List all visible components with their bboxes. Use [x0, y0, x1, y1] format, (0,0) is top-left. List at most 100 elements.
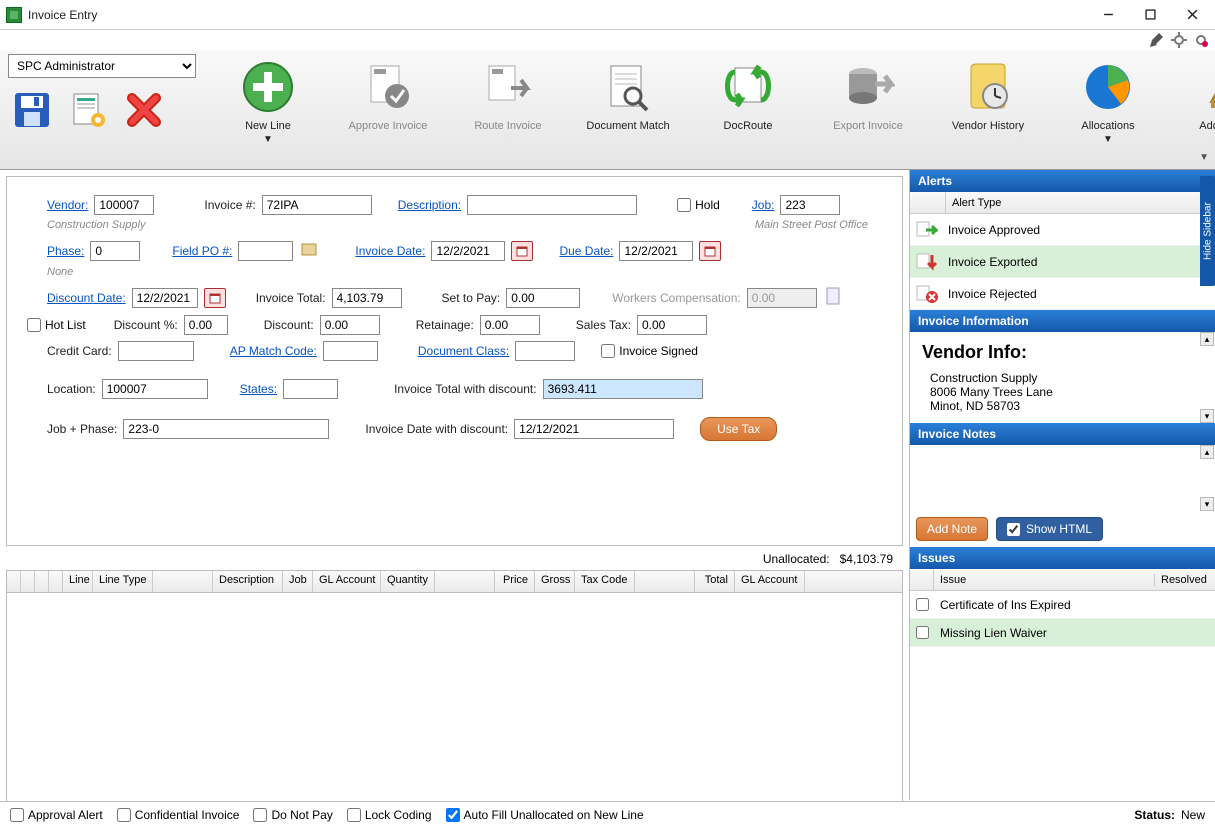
- calendar-icon[interactable]: [699, 241, 721, 261]
- confidential-checkbox[interactable]: Confidential Invoice: [117, 808, 240, 822]
- ap-match-field[interactable]: [323, 341, 378, 361]
- vendor-field[interactable]: [94, 195, 154, 215]
- show-html-toggle[interactable]: Show HTML: [996, 517, 1103, 541]
- discount-date-field[interactable]: [132, 288, 198, 308]
- approve-invoice-button[interactable]: Approve Invoice: [334, 54, 442, 145]
- date-disc-field[interactable]: [514, 419, 674, 439]
- states-label[interactable]: States:: [240, 382, 277, 396]
- scroll-down-icon[interactable]: ▾: [1200, 409, 1214, 423]
- grid-col[interactable]: Price: [495, 571, 535, 592]
- alert-row[interactable]: Invoice Exported: [910, 246, 1215, 278]
- job-label[interactable]: Job:: [752, 198, 775, 212]
- invoice-signed-checkbox[interactable]: Invoice Signed: [601, 344, 698, 358]
- calendar-icon[interactable]: [204, 288, 226, 308]
- pin-icon[interactable]: [1149, 32, 1165, 48]
- alert-row[interactable]: Invoice Approved: [910, 214, 1215, 246]
- auto-fill-checkbox[interactable]: Auto Fill Unallocated on New Line: [446, 808, 644, 822]
- box-icon[interactable]: [299, 239, 319, 262]
- hide-sidebar-tab[interactable]: Hide Sidebar: [1200, 176, 1215, 286]
- new-invoice-button[interactable]: [64, 88, 112, 132]
- close-button[interactable]: [1183, 6, 1201, 24]
- discount-pct-field[interactable]: [184, 315, 228, 335]
- grid-col[interactable]: Total: [695, 571, 735, 592]
- save-button[interactable]: [8, 88, 56, 132]
- grid-col[interactable]: [635, 571, 695, 592]
- grid-col[interactable]: Job: [283, 571, 313, 592]
- grid-col[interactable]: [435, 571, 495, 592]
- due-date-label[interactable]: Due Date:: [559, 244, 613, 258]
- discount-field[interactable]: [320, 315, 380, 335]
- grid-col[interactable]: Description: [213, 571, 283, 592]
- due-date-field[interactable]: [619, 241, 693, 261]
- phase-field[interactable]: [90, 241, 140, 261]
- doc-class-field[interactable]: [515, 341, 575, 361]
- grid-col[interactable]: Line Type: [93, 571, 153, 592]
- grid-col[interactable]: Line: [63, 571, 93, 592]
- issue-checkbox[interactable]: [916, 626, 929, 639]
- field-po-field[interactable]: [238, 241, 293, 261]
- credit-card-field[interactable]: [118, 341, 194, 361]
- description-field[interactable]: [467, 195, 637, 215]
- issue-row[interactable]: Certificate of Ins Expired: [910, 591, 1215, 619]
- grid-col[interactable]: [35, 571, 49, 592]
- job-phase-field[interactable]: [123, 419, 329, 439]
- add-vendor-button[interactable]: Add Vendor: [1174, 54, 1215, 145]
- location-field[interactable]: [102, 379, 208, 399]
- grid-col[interactable]: GL Account: [313, 571, 381, 592]
- states-field[interactable]: [283, 379, 338, 399]
- gear-icon[interactable]: [1171, 32, 1187, 48]
- grid-col[interactable]: GL Account: [735, 571, 805, 592]
- invoice-total-field[interactable]: [332, 288, 402, 308]
- doc-icon[interactable]: [823, 286, 843, 309]
- calendar-icon[interactable]: [511, 241, 533, 261]
- invoice-num-field[interactable]: [262, 195, 372, 215]
- discount-date-label[interactable]: Discount Date:: [47, 291, 126, 305]
- delete-button[interactable]: [120, 88, 168, 132]
- scroll-up-icon[interactable]: ▴: [1200, 332, 1214, 346]
- grid-col[interactable]: Quantity: [381, 571, 435, 592]
- grid-col[interactable]: Gross: [535, 571, 575, 592]
- invoice-date-label[interactable]: Invoice Date:: [355, 244, 425, 258]
- grid-col[interactable]: [7, 571, 21, 592]
- maximize-button[interactable]: [1141, 6, 1159, 24]
- field-po-label[interactable]: Field PO #:: [172, 244, 232, 258]
- scroll-up-icon[interactable]: ▴: [1200, 445, 1214, 459]
- new-line-button[interactable]: New Line ▼: [214, 54, 322, 145]
- grid-col[interactable]: [153, 571, 213, 592]
- use-tax-button[interactable]: Use Tax: [700, 417, 777, 441]
- vendor-history-button[interactable]: Vendor History: [934, 54, 1042, 145]
- scroll-down-icon[interactable]: ▾: [1200, 497, 1214, 511]
- gear2-icon[interactable]: [1193, 32, 1209, 48]
- document-match-button[interactable]: Document Match: [574, 54, 682, 145]
- route-invoice-button[interactable]: Route Invoice: [454, 54, 562, 145]
- grid-col[interactable]: Tax Code: [575, 571, 635, 592]
- approval-alert-checkbox[interactable]: Approval Alert: [10, 808, 103, 822]
- line-items-grid[interactable]: LineLine TypeDescriptionJobGL AccountQua…: [6, 570, 903, 806]
- toolbar-expand-icon[interactable]: ▼: [1199, 152, 1209, 163]
- description-label[interactable]: Description:: [398, 198, 461, 212]
- issue-checkbox[interactable]: [916, 598, 929, 611]
- phase-label[interactable]: Phase:: [47, 244, 84, 258]
- hot-list-checkbox[interactable]: Hot List: [27, 318, 86, 332]
- invoice-date-field[interactable]: [431, 241, 505, 261]
- total-disc-field[interactable]: [543, 379, 703, 399]
- alert-row[interactable]: Invoice Rejected: [910, 278, 1215, 310]
- ap-match-label[interactable]: AP Match Code:: [230, 344, 317, 358]
- doc-class-label[interactable]: Document Class:: [418, 344, 509, 358]
- sales-tax-field[interactable]: [637, 315, 707, 335]
- lock-coding-checkbox[interactable]: Lock Coding: [347, 808, 432, 822]
- retainage-field[interactable]: [480, 315, 540, 335]
- set-to-pay-field[interactable]: [506, 288, 580, 308]
- issue-row[interactable]: Missing Lien Waiver: [910, 619, 1215, 647]
- user-select[interactable]: SPC Administrator: [8, 54, 196, 78]
- do-not-pay-checkbox[interactable]: Do Not Pay: [253, 808, 332, 822]
- add-note-button[interactable]: Add Note: [916, 517, 988, 541]
- grid-col[interactable]: [21, 571, 35, 592]
- allocations-button[interactable]: Allocations ▼: [1054, 54, 1162, 145]
- docroute-button[interactable]: DocRoute: [694, 54, 802, 145]
- hold-checkbox[interactable]: Hold: [677, 198, 720, 212]
- grid-col[interactable]: [49, 571, 63, 592]
- job-field[interactable]: [780, 195, 840, 215]
- vendor-label[interactable]: Vendor:: [47, 198, 88, 212]
- minimize-button[interactable]: [1099, 6, 1117, 24]
